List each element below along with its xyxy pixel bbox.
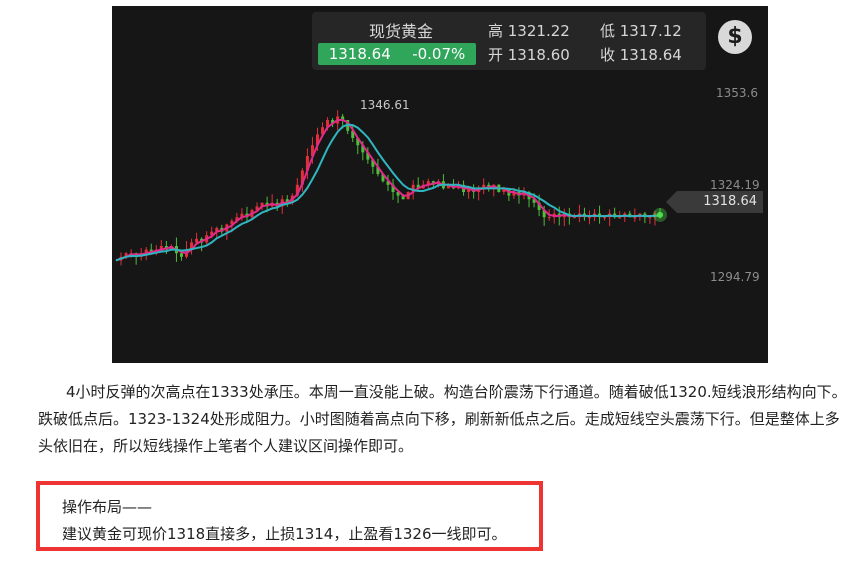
candle-body [587, 217, 591, 219]
y-tick-label: 1353.6 [716, 86, 758, 100]
candle-body [633, 217, 637, 219]
last-price-point [657, 211, 663, 218]
current-price-tag: 1318.64 [666, 191, 763, 213]
low-stat: 低 1317.12 [600, 22, 682, 40]
candle-body [618, 217, 622, 219]
high-stat: 高 1321.22 [488, 22, 570, 40]
ticker-box: 现货黄金 1318.64 -0.07% 高 1321.22 低 1317.12 … [312, 12, 706, 70]
candle-body [572, 217, 576, 219]
open-stat: 开 1318.60 [488, 46, 570, 64]
candle-body [179, 253, 183, 257]
candle-body [648, 217, 652, 219]
dollar-icon[interactable]: $ [718, 20, 752, 54]
candle-body [603, 217, 607, 219]
gold-chart-panel: 现货黄金 1318.64 -0.07% 高 1321.22 低 1317.12 … [112, 6, 768, 363]
trade-plan-body: 建议黄金可现价1318直接多，止损1314，止盈看1326一线即可。 [62, 525, 507, 543]
price-change-badge: 1318.64 -0.07% [318, 43, 476, 65]
candle-body [547, 217, 551, 219]
current-price: 1318.64 [328, 45, 391, 63]
trade-plan-title: 操作布局—— [62, 498, 153, 516]
price-change: -0.07% [412, 45, 466, 63]
peak-price-label: 1346.61 [360, 98, 410, 112]
analysis-paragraph: 4小时反弹的次高点在1333处承压。本周一直没能上破。构造台阶震荡下行通道。随着… [38, 383, 847, 455]
y-tick-label: 1294.79 [710, 270, 760, 284]
close-stat: 收 1318.64 [600, 46, 682, 64]
ticker-name: 现货黄金 [368, 22, 433, 41]
y-tick-label: 1324.19 [710, 178, 760, 192]
candle-body [195, 238, 199, 243]
